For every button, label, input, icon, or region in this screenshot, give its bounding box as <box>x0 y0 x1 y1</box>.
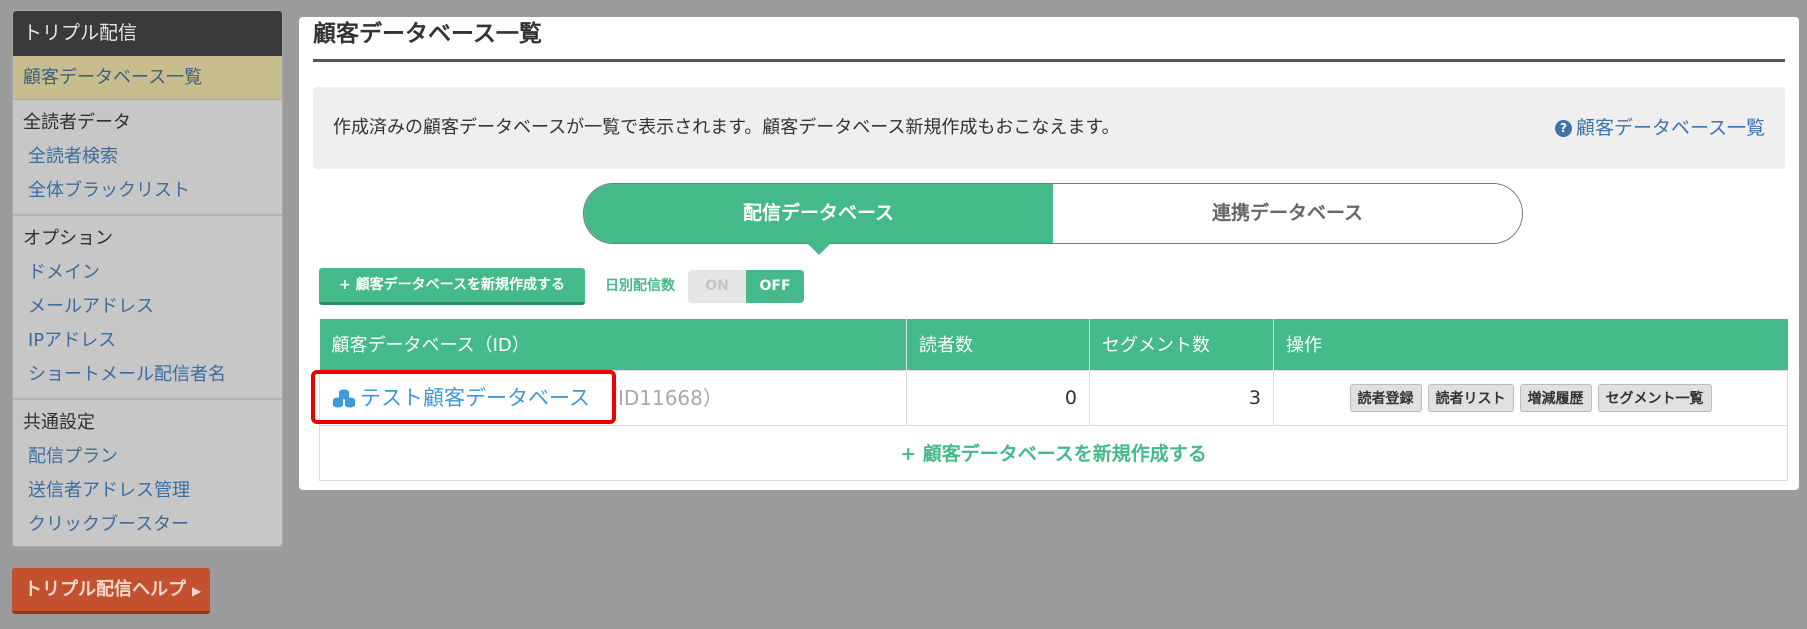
sidebar-heading: 全読者データ <box>23 112 131 133</box>
sidebar-item-plan[interactable]: 配信プラン <box>13 440 282 474</box>
sidebar-title: トリプル配信 <box>13 11 282 56</box>
sidebar-item-blacklist[interactable]: 全体ブラックリスト <box>13 174 282 208</box>
daily-count-label: 日別配信数 <box>605 278 675 294</box>
info-box: 作成済みの顧客データベースが一覧で表示されます。顧客データベース新規作成もおこな… <box>313 87 1785 169</box>
help-button[interactable]: トリプル配信ヘルプ ▶ <box>12 568 210 614</box>
database-icon <box>332 388 356 413</box>
db-id: （ID11668） <box>597 386 723 410</box>
chevron-right-icon: ▶ <box>192 584 202 598</box>
sidebar-item-click-booster[interactable]: クリックブースター <box>13 508 282 542</box>
info-text: 作成済みの顧客データベースが一覧で表示されます。顧客データベース新規作成もおこな… <box>333 117 1120 138</box>
daily-count-toggle[interactable]: ON OFF <box>688 270 804 303</box>
sidebar-section-options: オプション ドメイン メールアドレス IPアドレス ショートメール配信者名 <box>13 216 282 400</box>
sidebar-item-sms-sender-name[interactable]: ショートメール配信者名 <box>13 358 282 392</box>
create-db-button[interactable]: + 顧客データベースを新規作成する <box>319 268 585 305</box>
help-button-label: トリプル配信ヘルプ <box>24 579 186 600</box>
col-header-segments: セグメント数 <box>1089 319 1274 370</box>
history-button[interactable]: 増減履歴 <box>1519 383 1592 412</box>
db-tabs: 配信データベース 連携データベース <box>583 183 1523 255</box>
sidebar-heading: オプション <box>23 228 113 249</box>
page-title: 顧客データベース一覧 <box>313 17 1785 62</box>
reader-register-button[interactable]: 読者登録 <box>1349 383 1422 412</box>
sidebar-item-customer-db-list[interactable]: 顧客データベース一覧 <box>13 56 282 100</box>
sidebar-item-all-reader-search[interactable]: 全読者検索 <box>13 140 282 174</box>
create-row: + 顧客データベースを新規作成する <box>319 424 1788 481</box>
segments-count: 3 <box>1089 369 1274 426</box>
segment-list-button[interactable]: セグメント一覧 <box>1597 383 1712 412</box>
sidebar-heading: 共通設定 <box>23 412 95 433</box>
db-name-link[interactable]: テスト顧客データベース <box>360 386 590 410</box>
col-header-ops: 操作 <box>1273 319 1788 370</box>
toggle-on[interactable]: ON <box>688 270 746 303</box>
ops-cell: 読者登録 読者リスト 増減履歴 セグメント一覧 <box>1273 369 1788 426</box>
db-cell: テスト顧客データベース （ID11668） <box>311 369 907 426</box>
tab-linked-db[interactable]: 連携データベース <box>1053 184 1522 243</box>
col-header-readers: 読者数 <box>906 319 1090 370</box>
reader-list-button[interactable]: 読者リスト <box>1427 383 1514 412</box>
readers-count: 0 <box>906 369 1090 426</box>
db-table: 顧客データベース（ID） 読者数 セグメント数 操作 テスト顧客データベース （… <box>311 319 1788 481</box>
sidebar-item-email-address[interactable]: メールアドレス <box>13 290 282 324</box>
sidebar-item-ip-address[interactable]: IPアドレス <box>13 324 282 358</box>
toggle-off[interactable]: OFF <box>746 270 804 303</box>
sidebar-section-common-settings: 共通設定 配信プラン 送信者アドレス管理 クリックブースター <box>13 400 282 546</box>
main-panel: 顧客データベース一覧 作成済みの顧客データベースが一覧で表示されます。顧客データ… <box>299 17 1799 490</box>
sidebar: トリプル配信 顧客データベース一覧 全読者データ 全読者検索 全体ブラックリスト… <box>12 10 283 547</box>
tab-delivery-db[interactable]: 配信データベース <box>584 184 1053 255</box>
create-row-cell: + 顧客データベースを新規作成する <box>319 424 1788 481</box>
col-header-db: 顧客データベース（ID） <box>319 319 907 370</box>
help-link-label: 顧客データベース一覧 <box>1575 117 1765 139</box>
create-db-link[interactable]: + 顧客データベースを新規作成する <box>900 443 1207 465</box>
sidebar-item-domain[interactable]: ドメイン <box>13 256 282 290</box>
help-link[interactable]: ? 顧客データベース一覧 <box>1554 87 1765 169</box>
sidebar-item-sender-address[interactable]: 送信者アドレス管理 <box>13 474 282 508</box>
table-row: テスト顧客データベース （ID11668） 0 3 読者登録 読者リスト 増減履歴 セグ… <box>311 369 1788 426</box>
sidebar-section-all-readers: 全読者データ 全読者検索 全体ブラックリスト <box>13 100 282 216</box>
question-icon: ? <box>1554 120 1572 137</box>
